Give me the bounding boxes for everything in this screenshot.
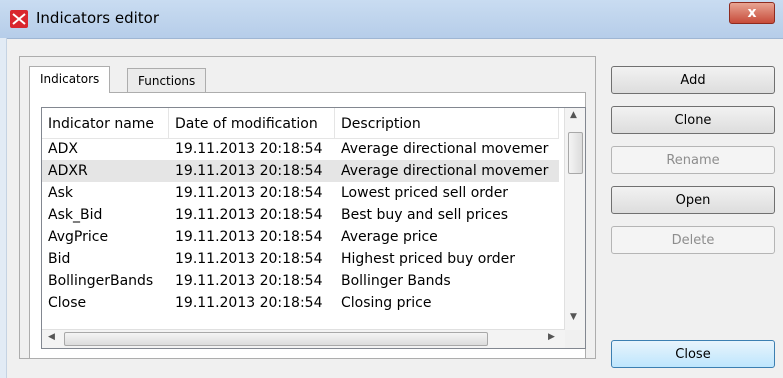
cell-description: Average directional movemer — [341, 141, 549, 157]
indicators-table[interactable]: Indicator name Date of modification Desc… — [41, 107, 586, 349]
column-header-date-of-modification[interactable]: Date of modification — [169, 108, 335, 138]
cell-indicator-name: Close — [48, 295, 87, 311]
vertical-scroll-thumb[interactable] — [568, 132, 583, 174]
table-body: ADX 19.11.2013 20:18:54 Average directiona… — [42, 138, 559, 314]
cell-description: Best buy and sell prices — [341, 207, 509, 223]
cell-date-of-modification: 19.11.2013 20:18:54 — [175, 273, 323, 289]
cell-description: Bollinger Bands — [341, 273, 451, 289]
table-row[interactable]: Bid 19.11.2013 20:18:54 Highest priced buy… — [42, 248, 559, 270]
cell-date-of-modification: 19.11.2013 20:18:54 — [175, 207, 323, 223]
title-bar: Indicators editor x — [0, 0, 783, 39]
cell-description: Highest priced buy order — [341, 251, 516, 267]
table-row[interactable]: Ask_Bid 19.11.2013 20:18:54 Best buy and s… — [42, 204, 559, 226]
table-header: Indicator name Date of modification Desc… — [42, 108, 559, 139]
cell-indicator-name: ADX — [48, 141, 78, 157]
window-left-edge — [0, 38, 7, 378]
tab-functions[interactable]: Functions — [127, 68, 207, 93]
cell-date-of-modification: 19.11.2013 20:18:54 — [175, 251, 323, 267]
cell-description: Average directional movemer — [341, 163, 549, 179]
delete-button[interactable]: Delete — [611, 226, 775, 254]
scroll-corner — [565, 330, 585, 348]
cell-indicator-name: Ask — [48, 185, 73, 201]
cell-indicator-name: ADXR — [48, 163, 88, 179]
vertical-scrollbar[interactable]: ▲ ▼ — [564, 108, 585, 330]
clone-button[interactable]: Clone — [611, 106, 775, 134]
table-row[interactable]: ADXR 19.11.2013 20:18:54 Average direction… — [42, 160, 559, 182]
cell-indicator-name: Ask_Bid — [48, 207, 103, 223]
window-close-button[interactable]: x — [729, 2, 775, 24]
app-logo-icon — [10, 10, 28, 28]
indicators-editor-window: Indicators editor x Indicators Functions… — [0, 0, 783, 378]
chevron-right-icon[interactable]: ▶ — [548, 332, 555, 342]
cell-date-of-modification: 19.11.2013 20:18:54 — [175, 185, 323, 201]
cell-description: Closing price — [341, 295, 432, 311]
tab-indicators[interactable]: Indicators — [29, 66, 111, 93]
cell-date-of-modification: 19.11.2013 20:18:54 — [175, 163, 323, 179]
rename-button[interactable]: Rename — [611, 146, 775, 174]
open-button[interactable]: Open — [611, 186, 775, 214]
chevron-down-icon[interactable]: ▼ — [570, 312, 577, 322]
cell-description: Average price — [341, 229, 438, 245]
table-row[interactable]: Ask 19.11.2013 20:18:54 Lowest priced sell… — [42, 182, 559, 204]
cell-date-of-modification: 19.11.2013 20:18:54 — [175, 229, 323, 245]
cell-indicator-name: AvgPrice — [48, 229, 109, 245]
chevron-up-icon[interactable]: ▲ — [570, 110, 577, 120]
horizontal-scrollbar[interactable]: ◀ ▶ — [42, 329, 565, 348]
add-button[interactable]: Add — [611, 66, 775, 94]
table-row[interactable]: ADX 19.11.2013 20:18:54 Average directiona… — [42, 138, 559, 160]
close-button[interactable]: Close — [611, 340, 775, 368]
column-header-indicator-name[interactable]: Indicator name — [42, 108, 169, 138]
column-header-description[interactable]: Description — [335, 108, 559, 138]
close-icon: x — [747, 5, 757, 21]
table-row[interactable]: AvgPrice 19.11.2013 20:18:54 Average price — [42, 226, 559, 248]
window-title: Indicators editor — [36, 9, 160, 27]
cell-indicator-name: Bid — [48, 251, 71, 267]
table-row[interactable]: Close 19.11.2013 20:18:54 Closing price — [42, 292, 559, 314]
chevron-left-icon[interactable]: ◀ — [48, 332, 55, 342]
cell-description: Lowest priced sell order — [341, 185, 509, 201]
cell-date-of-modification: 19.11.2013 20:18:54 — [175, 295, 323, 311]
table-row[interactable]: BollingerBands 19.11.2013 20:18:54 Bolling… — [42, 270, 559, 292]
horizontal-scroll-thumb[interactable] — [64, 332, 488, 346]
cell-date-of-modification: 19.11.2013 20:18:54 — [175, 141, 323, 157]
cell-indicator-name: BollingerBands — [48, 273, 154, 289]
